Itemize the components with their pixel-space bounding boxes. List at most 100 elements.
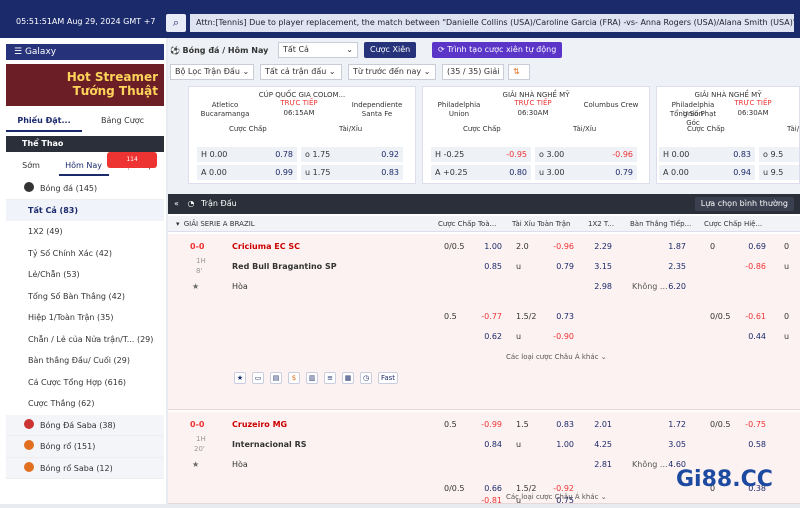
- odds-cell[interactable]: 1.00: [546, 438, 574, 452]
- odds-cell[interactable]: 2.81: [584, 458, 612, 472]
- card-odds-cell[interactable]: u 3.00 0.79: [535, 165, 637, 180]
- collapse-icon[interactable]: «: [174, 199, 179, 208]
- menu-outright[interactable]: Cược Thắng (62): [6, 393, 164, 415]
- menu-total-goals[interactable]: Tổng Số Bàn Thắng (42): [6, 286, 164, 308]
- side-label: H: [435, 150, 442, 159]
- calc-icon[interactable]: ▦: [342, 372, 354, 384]
- odds-cell[interactable]: 3.05: [658, 438, 686, 452]
- match-filter[interactable]: Bộ Lọc Trận Đấu ⌄: [170, 64, 254, 80]
- tab-live[interactable]: Trực tiếp114: [107, 152, 161, 174]
- star-icon[interactable]: ★: [192, 458, 199, 472]
- main-area: ⚽ Bóng đá / Hôm Nay Tất Cả ⌄ Cược Xiên ⟳…: [168, 38, 800, 505]
- odds-cell[interactable]: 2.98: [584, 280, 612, 294]
- odds-cell[interactable]: -0.77: [474, 310, 502, 324]
- card-odds-cell[interactable]: o 9.5: [759, 147, 799, 162]
- card-odds-cell[interactable]: o 1.75 0.92: [301, 147, 403, 162]
- odds-cell[interactable]: 2.29: [584, 240, 612, 254]
- odds-cell[interactable]: -0.90: [546, 330, 574, 344]
- coin-icon[interactable]: $: [288, 372, 300, 384]
- odds-cell[interactable]: 1.72: [658, 418, 686, 432]
- line: 3.00: [546, 150, 565, 159]
- card-odds-cell[interactable]: A 0.00 0.99: [197, 165, 297, 180]
- menu-count: (151): [73, 442, 96, 451]
- odds-cell[interactable]: 6.20: [658, 280, 686, 294]
- menu-correct-score[interactable]: Tỷ Số Chính Xác (42): [6, 243, 164, 265]
- handicap-line: 0/0.5: [710, 420, 731, 429]
- tab-bet-slip[interactable]: Phiếu Đặt...: [6, 112, 82, 132]
- fast-button[interactable]: Fast: [378, 372, 398, 384]
- tab-bet-list[interactable]: Bảng Cược: [85, 112, 161, 130]
- odds-cell[interactable]: 4.25: [584, 438, 612, 452]
- menu-saba-football[interactable]: Bóng Đá Saba (38): [6, 414, 164, 436]
- favorite-icon[interactable]: ★: [234, 372, 246, 384]
- menu-basketball[interactable]: Bóng rổ (151): [6, 436, 164, 458]
- card-odds-cell[interactable]: H 0.00 0.83: [659, 147, 755, 162]
- menu-first-last-goal[interactable]: Bàn thắng Đầu/ Cuối (29): [6, 350, 164, 372]
- league-counter[interactable]: (35 / 35) Giải: [442, 64, 504, 80]
- odds-cell[interactable]: 0.44: [738, 330, 766, 344]
- menu-half-odd-even[interactable]: Chẵn / Lẻ của Nửa trận/T... (29): [6, 329, 164, 351]
- odds-cell[interactable]: 0.79: [546, 260, 574, 274]
- menu-1x2[interactable]: 1X2 (49): [6, 221, 164, 243]
- odds-cell[interactable]: 3.15: [584, 260, 612, 274]
- menu-odd-even[interactable]: Lẻ/Chẵn (53): [6, 264, 164, 286]
- menu-all[interactable]: Tất Cả (83): [6, 199, 164, 221]
- odds-cell[interactable]: -0.61: [738, 310, 766, 324]
- card-odds-cell[interactable]: A +0.25 0.80: [431, 165, 531, 180]
- time-range-select[interactable]: Từ trước đến nay ⌄: [348, 64, 436, 80]
- announcement-ticker[interactable]: Attn:[Tennis] Due to player replacement,…: [190, 14, 794, 32]
- menu-ht-ft[interactable]: Hiệp 1/Toàn Trận (35): [6, 307, 164, 329]
- odds-cell[interactable]: 0.62: [474, 330, 502, 344]
- card-odds-cell[interactable]: A 0.00 0.94: [659, 165, 755, 180]
- card-odds-cell[interactable]: H 0.00 0.78: [197, 147, 297, 162]
- featured-card[interactable]: GIẢI NHÀ NGHỀ MỸ Philadelphia Union TRỰC…: [422, 86, 650, 184]
- more-markets-link[interactable]: Các loại cược Châu Á khác ⌄: [506, 490, 607, 504]
- odds-cell[interactable]: 0.84: [474, 438, 502, 452]
- history-icon[interactable]: ◷: [360, 372, 372, 384]
- all-matches-select[interactable]: Tất cả trận đấu ⌄: [260, 64, 342, 80]
- chart-icon[interactable]: ▤: [270, 372, 282, 384]
- odds-cell[interactable]: -0.96: [546, 240, 574, 254]
- odds-cell[interactable]: 0.69: [738, 240, 766, 254]
- parlay-button[interactable]: Cược Xiên: [364, 42, 417, 58]
- auto-parlay-button[interactable]: ⟳ Trình tạo cược xiên tự động: [432, 42, 563, 58]
- market-select[interactable]: Tất Cả ⌄: [278, 42, 358, 58]
- galaxy-header[interactable]: ☰ Galaxy: [6, 44, 164, 60]
- more-markets-link[interactable]: Các loại cược Châu Á khác ⌄: [506, 350, 607, 364]
- odds-cell[interactable]: -0.81: [474, 494, 502, 508]
- odds-cell[interactable]: 0.83: [546, 418, 574, 432]
- hot-streamer-banner[interactable]: Hot Streamer Tướng Thuật: [6, 64, 164, 106]
- tab-early[interactable]: Sớm: [6, 158, 56, 174]
- league-header[interactable]: ▾ GIẢI SERIE A BRAZIL Cược Chấp Toà... T…: [168, 216, 800, 232]
- menu-label: Tất Cả: [28, 205, 57, 215]
- card-odds-cell[interactable]: H -0.25 -0.95: [431, 147, 531, 162]
- card-odds-cell[interactable]: u 9.5: [759, 165, 799, 180]
- odds-cell[interactable]: 2.35: [658, 260, 686, 274]
- odds-cell[interactable]: 1.00: [474, 240, 502, 254]
- odds-cell[interactable]: -0.86: [738, 260, 766, 274]
- tv-icon[interactable]: ▭: [252, 372, 264, 384]
- featured-card[interactable]: GIẢI NHÀ NGHỀ MỸ Philadelphia Union TRỰC…: [656, 86, 800, 184]
- star-icon[interactable]: ★: [192, 280, 199, 294]
- odds-cell[interactable]: 0.73: [546, 310, 574, 324]
- odds-cell[interactable]: 2.01: [584, 418, 612, 432]
- sort-icon[interactable]: ⇅: [508, 64, 530, 80]
- sports-header[interactable]: Thể Thao: [6, 136, 164, 152]
- search-icon[interactable]: ⌕: [166, 14, 186, 32]
- menu-football[interactable]: Bóng đá (145): [6, 178, 164, 200]
- menu-count: (42): [108, 291, 125, 301]
- menu-saba-basketball[interactable]: Bóng rổ Saba (12): [6, 457, 164, 479]
- tab-today[interactable]: Hôm Nay: [58, 158, 109, 176]
- view-select-button[interactable]: Lựa chọn bình thường: [694, 197, 794, 211]
- odds-cell[interactable]: 0.85: [474, 260, 502, 274]
- odds-cell[interactable]: -0.99: [474, 418, 502, 432]
- card-odds-cell[interactable]: u 1.75 0.83: [301, 165, 403, 180]
- odds-cell[interactable]: 0.58: [738, 438, 766, 452]
- odds-cell[interactable]: 1.87: [658, 240, 686, 254]
- odds-cell[interactable]: -0.75: [738, 418, 766, 432]
- featured-card[interactable]: CÚP QUỐC GIA COLOM... Atletico Bucaraman…: [188, 86, 416, 184]
- card-odds-cell[interactable]: o 3.00 -0.96: [535, 147, 637, 162]
- lineup-icon[interactable]: ≡: [324, 372, 336, 384]
- stats-icon[interactable]: ▥: [306, 372, 318, 384]
- menu-mix-parlay[interactable]: Cá Cược Tổng Hợp (616): [6, 372, 164, 394]
